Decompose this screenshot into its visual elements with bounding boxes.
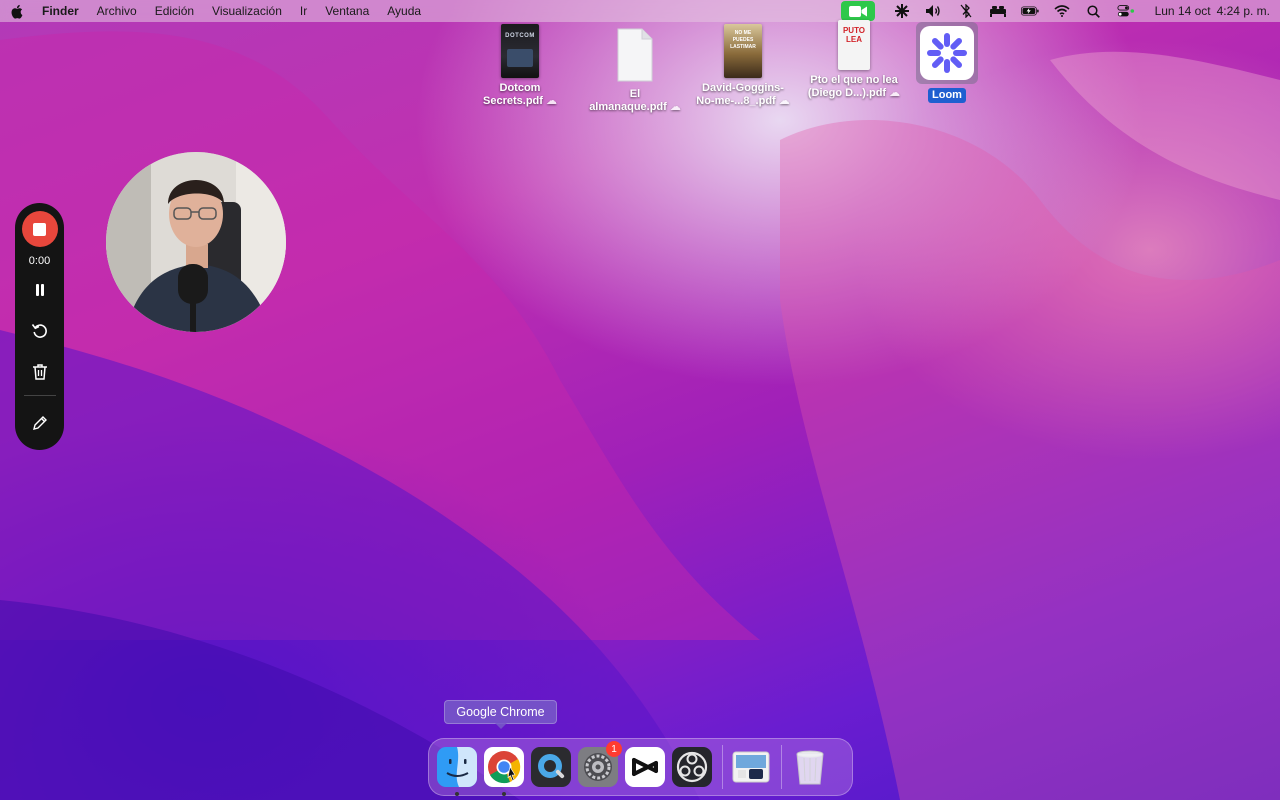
finder-icon: [437, 747, 477, 787]
menu-ventana[interactable]: Ventana: [325, 4, 369, 18]
trash-can-icon: [796, 750, 824, 785]
dock-separator: [722, 745, 723, 789]
loom-menu-icon[interactable]: [893, 3, 911, 19]
file-name-line-2: (Diego D...).pdf ☁: [806, 87, 902, 100]
battery-charging-icon[interactable]: [1020, 3, 1039, 19]
desktop-file-david-goggins[interactable]: NO ME PUEDES LASTIMAR David-Goggins- No-…: [695, 24, 791, 108]
file-name-line-1: El: [629, 88, 641, 100]
menu-visualizacion[interactable]: Visualización: [212, 4, 282, 18]
dock: 1: [428, 738, 853, 796]
book-cover-title: PUTO LEA: [842, 26, 866, 44]
dock-separator: [781, 745, 782, 789]
icloud-icon: ☁: [669, 101, 681, 113]
file-name-line-2: almanaque.pdf ☁: [587, 101, 683, 114]
dock-trash[interactable]: [790, 747, 830, 787]
loom-recording-controls: 0:00: [15, 203, 64, 450]
apple-icon[interactable]: [10, 3, 24, 19]
dock-capcut[interactable]: [625, 747, 665, 787]
desktop-app-loom[interactable]: Loom: [899, 22, 995, 103]
spotlight-search-icon[interactable]: [1085, 3, 1103, 19]
file-name-line-2: No-me-...8_.pdf ☁: [695, 95, 791, 108]
pdf-thumbnail-icon: PUTO LEA: [838, 20, 870, 70]
file-name: Secrets.pdf: [483, 95, 543, 107]
camera-in-use-icon[interactable]: [840, 1, 875, 21]
menu-bar-clock[interactable]: Lun 14 oct 4:24 p. m.: [1149, 4, 1270, 18]
delete-recording-button[interactable]: [25, 357, 55, 387]
restart-recording-button[interactable]: [25, 316, 55, 346]
file-name-line-1: Pto el que no lea: [810, 74, 898, 86]
drawing-tool-button[interactable]: [25, 408, 55, 438]
menu-edicion[interactable]: Edición: [155, 4, 194, 18]
menu-ir[interactable]: Ir: [300, 4, 307, 18]
menu-bar: Finder Archivo Edición Visualización Ir …: [0, 0, 1280, 22]
dock-obs[interactable]: [672, 747, 712, 787]
book-cover-title: DOTCOM: [505, 33, 535, 39]
wifi-icon[interactable]: [1053, 3, 1071, 19]
pencil-icon: [32, 416, 47, 430]
file-name-line-1: Dotcom: [499, 82, 541, 94]
stop-icon: [33, 222, 46, 236]
recording-timer: 0:00: [28, 255, 51, 267]
dock-quicktime[interactable]: [531, 747, 571, 787]
stop-recording-button[interactable]: [21, 211, 58, 247]
webcam-video-frame: [106, 152, 286, 332]
bluetooth-off-icon[interactable]: [957, 3, 975, 19]
dock-google-chrome[interactable]: [484, 747, 524, 796]
wallpaper: [0, 31, 1280, 800]
quicktime-icon: [531, 747, 571, 787]
volume-icon[interactable]: [925, 3, 943, 19]
running-indicator: [455, 792, 459, 796]
document-icon: [617, 28, 653, 82]
book-cover-title: NO ME PUEDES LASTIMAR: [730, 30, 756, 50]
pdf-thumbnail-icon: DOTCOM: [501, 24, 539, 78]
icloud-icon: ☁: [545, 95, 557, 107]
pause-icon: [35, 284, 44, 296]
loom-icon: [920, 26, 974, 80]
capcut-icon: [625, 747, 665, 787]
file-name-line-2: Secrets.pdf ☁: [472, 95, 568, 108]
dock-screenshot-thumbnail[interactable]: [731, 747, 771, 787]
controls-divider: [23, 395, 56, 396]
menu-ayuda[interactable]: Ayuda: [387, 4, 421, 18]
dock-system-settings[interactable]: 1: [578, 741, 622, 787]
file-name: almanaque.pdf: [589, 101, 667, 113]
clock-date: Lun 14 oct: [1154, 4, 1211, 18]
obs-icon: [672, 747, 712, 787]
file-name-line-1: David-Goggins-: [702, 82, 784, 94]
sleep-bed-icon[interactable]: [989, 3, 1007, 19]
desktop-file-el-almanaque[interactable]: El almanaque.pdf ☁: [587, 28, 683, 114]
notification-badge: 1: [606, 741, 622, 757]
dock-finder[interactable]: [437, 747, 477, 796]
menu-app-name[interactable]: Finder: [42, 4, 79, 18]
chrome-icon: [484, 747, 524, 787]
restart-icon: [31, 324, 47, 338]
image-thumbnail-icon: [732, 751, 770, 783]
file-name: No-me-...8_.pdf: [696, 95, 776, 107]
dock-tooltip: Google Chrome: [444, 700, 557, 729]
clock-time: 4:24 p. m.: [1216, 4, 1270, 18]
trash-icon: [32, 364, 47, 380]
pdf-thumbnail-icon: NO ME PUEDES LASTIMAR: [724, 24, 762, 78]
pause-recording-button[interactable]: [25, 275, 55, 305]
menu-archivo[interactable]: Archivo: [97, 4, 137, 18]
file-name: (Diego D...).pdf: [807, 87, 887, 99]
control-center-icon[interactable]: [1117, 3, 1135, 19]
desktop-file-pto-el-que-no-lea[interactable]: PUTO LEA Pto el que no lea (Diego D...).…: [806, 20, 902, 100]
file-name: Loom: [928, 88, 966, 103]
desktop-file-dotcom-secrets[interactable]: DOTCOM Dotcom Secrets.pdf ☁: [472, 24, 568, 108]
icloud-icon: ☁: [778, 95, 790, 107]
selection-highlight: [916, 22, 978, 84]
running-indicator: [502, 792, 506, 796]
webcam-bubble[interactable]: [106, 152, 286, 332]
